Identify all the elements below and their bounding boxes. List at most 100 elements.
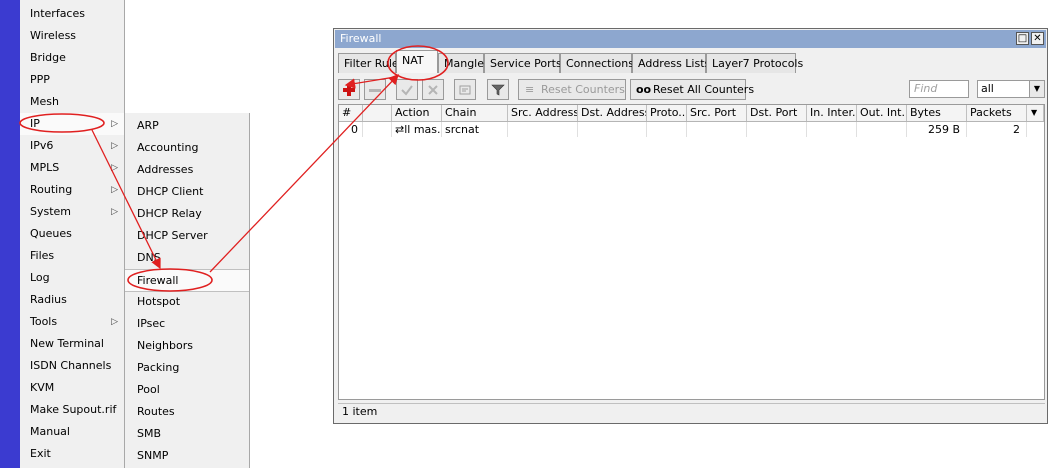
menu-item-tools[interactable]: Tools ▷ — [20, 311, 124, 333]
menu-item-ip[interactable]: IP ▷ — [20, 113, 124, 135]
filter-button[interactable] — [487, 79, 509, 100]
cell-in-interface — [807, 122, 857, 137]
col-header-bytes[interactable]: Bytes — [907, 105, 967, 121]
reset-all-counters-button[interactable]: oo Reset All Counters — [630, 79, 754, 100]
cell-src-address — [508, 122, 578, 137]
submenu-item-pool[interactable]: Pool — [125, 379, 249, 401]
submenu-arrow-icon: ▷ — [111, 119, 118, 129]
col-header-packets[interactable]: Packets — [967, 105, 1027, 121]
menu-item-exit[interactable]: Exit — [20, 443, 124, 465]
tab-service-ports[interactable]: Service Ports — [484, 53, 562, 73]
col-header-out-interface[interactable]: Out. Int... — [857, 105, 907, 121]
plus-icon — [343, 84, 355, 96]
col-header-in-interface[interactable]: In. Inter... — [807, 105, 857, 121]
submenu-item-dns[interactable]: DNS — [125, 247, 249, 269]
table-row[interactable]: 0 ⇄ll mas... srcnat 259 B 2 — [339, 122, 1044, 137]
col-header-dst-address[interactable]: Dst. Address — [578, 105, 647, 121]
menu-item-make-supout[interactable]: Make Supout.rif — [20, 399, 124, 421]
cell-chain: srcnat — [442, 122, 508, 137]
note-icon — [459, 85, 471, 95]
submenu-item-firewall[interactable]: Firewall — [125, 269, 249, 292]
col-header-chain[interactable]: Chain — [442, 105, 508, 121]
menu-item-queues[interactable]: Queues — [20, 223, 124, 245]
tab-nat[interactable]: NAT — [396, 50, 438, 73]
tab-filter-rules[interactable]: Filter Rules — [338, 53, 404, 73]
menu-item-wireless[interactable]: Wireless — [20, 25, 124, 47]
window-titlebar[interactable]: Firewall □ ✕ — [335, 30, 1046, 48]
submenu-arrow-icon: ▷ — [111, 141, 118, 151]
table-header: # Action Chain Src. Address Dst. Address… — [339, 105, 1044, 122]
submenu-item-routes[interactable]: Routes — [125, 401, 249, 423]
cell-packets: 2 — [967, 122, 1027, 137]
menu-item-kvm[interactable]: KVM — [20, 377, 124, 399]
reset-counters-icon: ≡ — [525, 83, 535, 96]
menu-item-log[interactable]: Log — [20, 267, 124, 289]
submenu-item-dhcp-relay[interactable]: DHCP Relay — [125, 203, 249, 225]
submenu-item-ipsec[interactable]: IPsec — [125, 313, 249, 335]
cell-protocol — [647, 122, 687, 137]
submenu-item-packing[interactable]: Packing — [125, 357, 249, 379]
menu-item-mpls[interactable]: MPLS ▷ — [20, 157, 124, 179]
maximize-button[interactable]: □ — [1016, 32, 1029, 45]
menu-item-ppp[interactable]: PPP — [20, 69, 124, 91]
submenu-item-accounting[interactable]: Accounting — [125, 137, 249, 159]
menu-item-radius[interactable]: Radius — [20, 289, 124, 311]
col-header-protocol[interactable]: Proto... — [647, 105, 687, 121]
menu-item-files[interactable]: Files — [20, 245, 124, 267]
submenu-item-hotspot[interactable]: Hotspot — [125, 291, 249, 313]
filter-icon — [491, 84, 505, 96]
cell-flag — [363, 122, 392, 137]
cell-dst-port — [747, 122, 807, 137]
col-header-action[interactable]: Action — [392, 105, 442, 121]
chevron-down-icon[interactable]: ▼ — [1029, 81, 1044, 97]
submenu-arrow-icon: ▷ — [111, 207, 118, 217]
cell-bytes: 259 B — [907, 122, 967, 137]
menu-item-bridge[interactable]: Bridge — [20, 47, 124, 69]
tab-layer7-protocols[interactable]: Layer7 Protocols — [706, 53, 803, 73]
col-header-src-port[interactable]: Src. Port — [687, 105, 747, 121]
submenu-item-addresses[interactable]: Addresses — [125, 159, 249, 181]
close-button[interactable]: ✕ — [1031, 32, 1044, 45]
tab-mangle[interactable]: Mangle — [438, 53, 484, 73]
cell-dst-address — [578, 122, 647, 137]
reset-counters-button[interactable]: ≡ Reset Counters — [518, 79, 626, 100]
col-header-src-address[interactable]: Src. Address — [508, 105, 578, 121]
submenu-arrow-icon: ▷ — [111, 317, 118, 327]
tab-connections[interactable]: Connections — [560, 53, 634, 73]
menu-item-mesh[interactable]: Mesh — [20, 91, 124, 113]
minus-icon — [369, 89, 381, 92]
menu-item-routing[interactable]: Routing ▷ — [20, 179, 124, 201]
disable-button[interactable] — [422, 79, 444, 100]
col-header-flag[interactable] — [363, 105, 392, 121]
ip-submenu: ARP Accounting Addresses DHCP Client DHC… — [124, 113, 250, 468]
main-menu: Interfaces Wireless Bridge PPP Mesh IP ▷ … — [20, 0, 125, 468]
cell-action: ⇄ll mas... — [392, 122, 442, 137]
col-header-dst-port[interactable]: Dst. Port — [747, 105, 807, 121]
submenu-item-snmp[interactable]: SNMP — [125, 445, 249, 467]
menu-item-isdn-channels[interactable]: ISDN Channels — [20, 355, 124, 377]
add-button[interactable] — [338, 79, 360, 100]
cell-src-port — [687, 122, 747, 137]
enable-button[interactable] — [396, 79, 418, 100]
menu-item-system[interactable]: System ▷ — [20, 201, 124, 223]
submenu-item-dhcp-client[interactable]: DHCP Client — [125, 181, 249, 203]
submenu-item-neighbors[interactable]: Neighbors — [125, 335, 249, 357]
submenu-item-arp[interactable]: ARP — [125, 115, 249, 137]
submenu-item-dhcp-server[interactable]: DHCP Server — [125, 225, 249, 247]
menu-item-interfaces[interactable]: Interfaces — [20, 3, 124, 25]
column-chooser-icon[interactable]: ▼ — [1027, 105, 1044, 121]
filter-select[interactable]: all ▼ — [977, 80, 1045, 98]
remove-button[interactable] — [364, 79, 386, 100]
col-header-number[interactable]: # — [339, 105, 363, 121]
menu-item-new-terminal[interactable]: New Terminal — [20, 333, 124, 355]
tab-address-lists[interactable]: Address Lists — [632, 53, 710, 73]
find-input[interactable]: Find — [909, 80, 969, 98]
menu-item-manual[interactable]: Manual — [20, 421, 124, 443]
status-bar: 1 item — [338, 403, 1045, 419]
nat-rules-table: # Action Chain Src. Address Dst. Address… — [338, 104, 1045, 400]
window-title: Firewall — [340, 32, 382, 45]
firewall-window: Firewall □ ✕ Filter Rules NAT Mangle Ser… — [333, 28, 1048, 424]
menu-item-ipv6[interactable]: IPv6 ▷ — [20, 135, 124, 157]
submenu-item-smb[interactable]: SMB — [125, 423, 249, 445]
comment-button[interactable] — [454, 79, 476, 100]
